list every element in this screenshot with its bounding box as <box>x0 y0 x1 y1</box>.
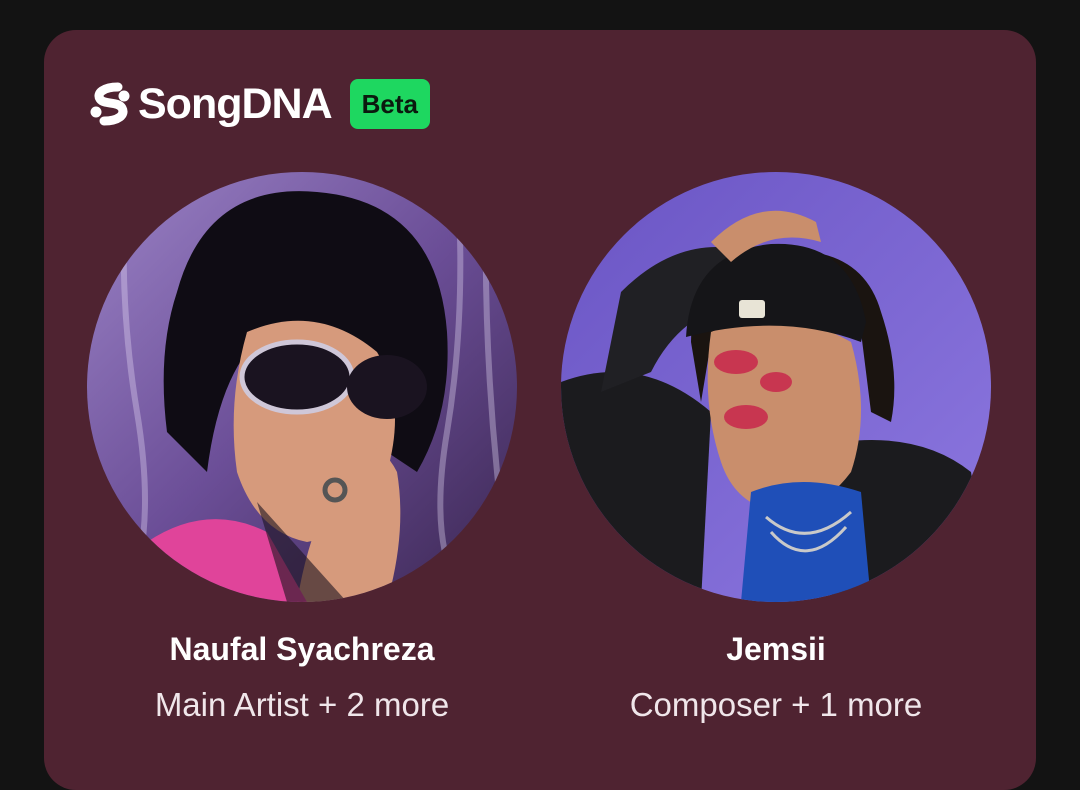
artist-role: Main Artist + 2 more <box>154 686 450 724</box>
brand-title: SongDNA <box>138 79 333 128</box>
beta-badge: Beta <box>349 79 430 129</box>
artist-avatar[interactable] <box>87 172 517 602</box>
songdna-card: SongDNA Beta Naufal Syachreza Main Artis… <box>44 30 1036 790</box>
composer-avatar[interactable] <box>561 172 991 602</box>
credit-item-naufal[interactable]: Naufal Syachreza Main Artist + 2 more <box>82 172 522 723</box>
songdna-logo-icon <box>90 82 130 126</box>
artist-photo-1 <box>87 172 517 602</box>
composer-name: Jemsii <box>726 631 826 667</box>
songdna-header: SongDNA Beta <box>88 78 430 130</box>
artist-name: Naufal Syachreza <box>169 631 435 667</box>
composer-role: Composer + 1 more <box>629 686 923 724</box>
artist-photo-2 <box>561 172 991 602</box>
credit-item-jemsii[interactable]: Jemsii Composer + 1 more <box>556 172 996 723</box>
